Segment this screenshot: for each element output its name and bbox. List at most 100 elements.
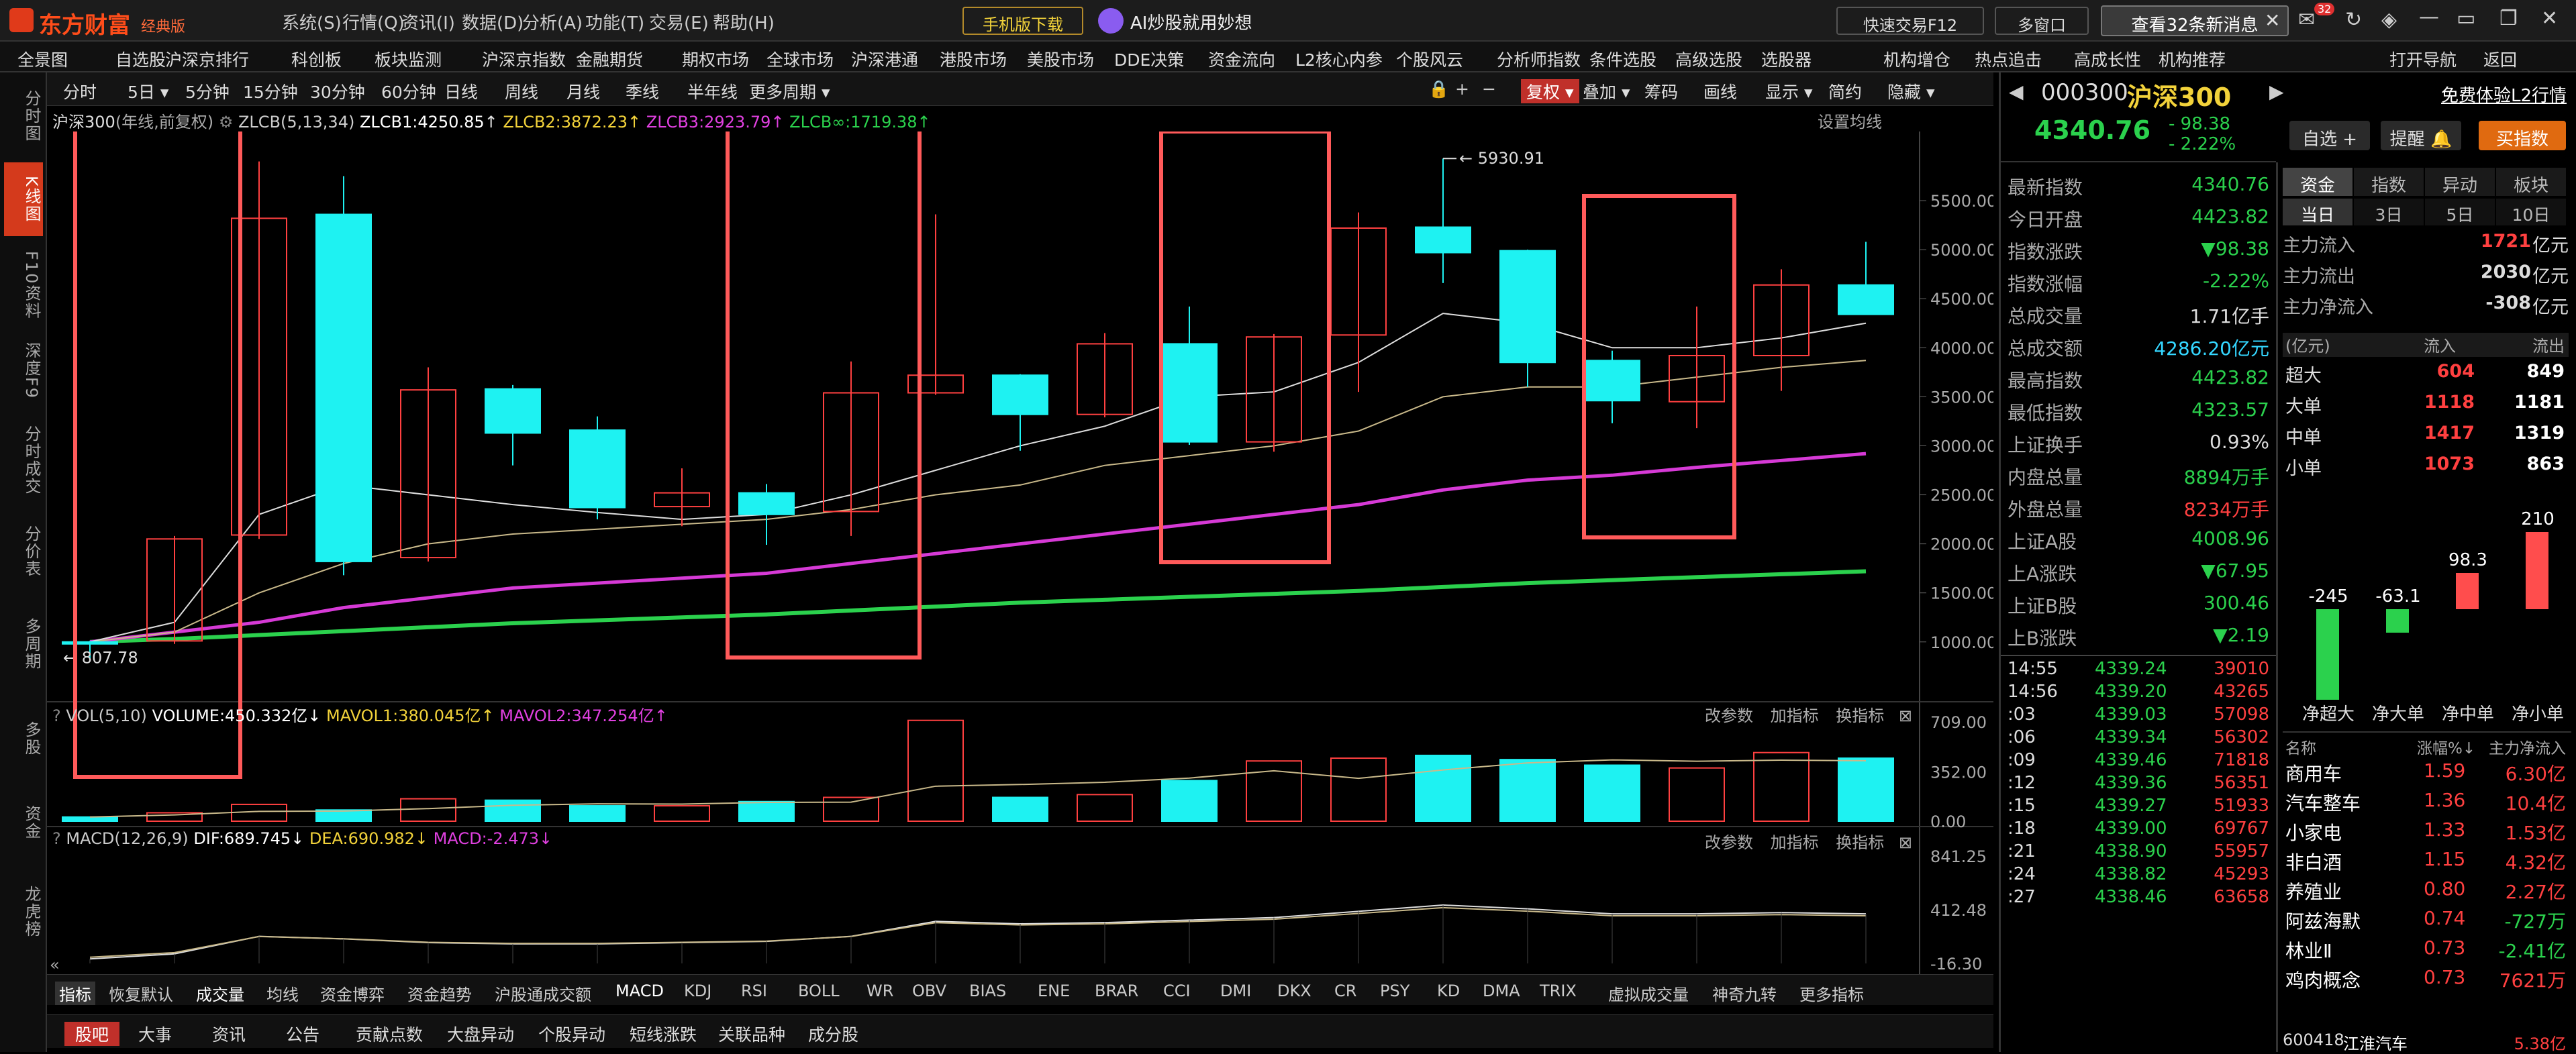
menu-item[interactable]: 行情(Q) [342, 9, 405, 34]
indicator-tab[interactable]: DMI [1220, 982, 1251, 1000]
sector-header-cell[interactable]: 名称 [2285, 735, 2316, 758]
menu-item[interactable]: 系统(S) [282, 9, 342, 34]
nav-menu-item[interactable]: L2核心内参 [1295, 47, 1383, 71]
bottom-tab[interactable]: 大事 [138, 1022, 172, 1046]
indicator-tab[interactable]: MACD [615, 982, 664, 1000]
minus-icon[interactable]: − [1482, 79, 1496, 99]
close-icon[interactable]: ✕ [2541, 7, 2558, 30]
chart-tool-item[interactable]: 画线 [1703, 79, 1737, 103]
menu-item[interactable]: 数据(D) [462, 9, 524, 34]
period-item[interactable]: 15分钟 [243, 79, 298, 103]
vol-collapse-icon[interactable]: ? [52, 706, 61, 725]
bottom-tab[interactable]: 个股异动 [538, 1022, 605, 1046]
left-nav-item[interactable]: F10资料 [4, 248, 43, 322]
candle-body[interactable] [1838, 284, 1894, 315]
candle-body[interactable] [569, 429, 626, 509]
sector-row[interactable]: 商用车 1.59 6.30亿 [2283, 759, 2569, 788]
nav-menu-item[interactable]: 高级选股 [1675, 47, 1742, 71]
left-nav-item[interactable]: 深度F9 [4, 334, 43, 408]
left-nav-item[interactable]: 资金 [4, 790, 43, 855]
left-nav-item[interactable]: K线图 [4, 162, 43, 236]
funds-tab[interactable]: 板块 [2496, 168, 2566, 196]
funds-tab[interactable]: 资金 [2283, 168, 2352, 196]
funds-period-tab[interactable]: 5日 [2425, 199, 2495, 225]
lock-icon[interactable]: 🔒 [1428, 79, 1449, 99]
chart-tool-item[interactable]: 筹码 [1644, 79, 1678, 103]
plus-icon[interactable]: + [1455, 79, 1469, 99]
indicator-tab[interactable]: KDJ [684, 982, 711, 1000]
candle-body[interactable] [315, 213, 372, 562]
menu-item[interactable]: 帮助(H) [713, 9, 775, 34]
restore-down-icon[interactable]: ❐ [2499, 7, 2518, 30]
left-nav-item[interactable]: 分价表 [4, 513, 43, 590]
period-item[interactable]: 日线 [444, 79, 478, 103]
sector-row[interactable]: 鸡肉概念 0.73 7621万 [2283, 966, 2569, 994]
indicator-tab[interactable]: KD [1437, 982, 1460, 1000]
quick-trade-button[interactable]: 快速交易F12 [1836, 7, 1984, 35]
indicator-tab[interactable]: TRIX [1540, 982, 1577, 1000]
nav-menu-item[interactable]: 机构增仓 [1883, 47, 1950, 71]
left-nav-item[interactable]: 分时成交 [4, 420, 43, 500]
nav-menu-item[interactable]: 美股市场 [1027, 47, 1094, 71]
period-item[interactable]: 季线 [626, 79, 659, 103]
indicator-tab[interactable]: 成交量 [196, 982, 244, 1005]
sector-header-cell[interactable]: 主力净流入 [2489, 735, 2566, 758]
vol-name[interactable]: VOL(5,10) [66, 706, 146, 725]
vol-switch-indicator[interactable]: 换指标 [1836, 706, 1884, 725]
mobile-download-button[interactable]: 手机版下载 [962, 7, 1083, 35]
sector-header-cell[interactable]: 涨幅%↓ [2417, 735, 2475, 758]
funds-period-tab[interactable]: 10日 [2496, 199, 2566, 225]
sector-row[interactable]: 阿兹海默 0.74 -727万 [2283, 907, 2569, 935]
sector-row[interactable]: 非白酒 1.15 4.32亿 [2283, 848, 2569, 876]
indicator-tab[interactable]: BOLL [798, 982, 840, 1000]
nav-menu-item[interactable]: 个股风云 [1396, 47, 1463, 71]
bottom-tab[interactable]: 短线涨跌 [630, 1022, 697, 1046]
nav-menu-item[interactable]: DDE决策 [1114, 47, 1184, 71]
candle-body[interactable] [62, 641, 118, 645]
indicator-tab[interactable]: 指标 [55, 982, 95, 1005]
legend-gear-icon[interactable]: ⚙ [219, 113, 234, 131]
nav-menu-item[interactable]: 高成长性 [2074, 47, 2141, 71]
nav-menu-item[interactable]: 沪深京指数 [482, 47, 566, 71]
skin-icon[interactable]: ◈ [2381, 8, 2397, 32]
indicator-tab[interactable]: 神奇九转 [1712, 982, 1777, 1005]
bottom-tab[interactable]: 公告 [286, 1022, 319, 1046]
restore-icon[interactable]: ▭ [2457, 7, 2475, 30]
indicator-tab[interactable]: 均线 [266, 982, 299, 1005]
nav-menu-item[interactable]: 选股器 [1761, 47, 1812, 71]
nav-menu-item[interactable]: 沪深港通 [851, 47, 918, 71]
indicator-tab[interactable]: DKX [1277, 982, 1311, 1000]
period-item[interactable]: 30分钟 [310, 79, 365, 103]
legend-indicator[interactable]: ZLCB(5,13,34) [238, 113, 354, 131]
macd-name[interactable]: MACD(12,26,9) [66, 829, 188, 848]
candle-body[interactable] [485, 388, 541, 434]
period-item[interactable]: 60分钟 [381, 79, 436, 103]
indicator-tab[interactable]: 虚拟成交量 [1608, 982, 1689, 1005]
alert-button[interactable]: 提醒 🔔 [2381, 121, 2461, 150]
candle-body[interactable] [1499, 250, 1556, 364]
sector-row[interactable]: 汽车整车 1.36 10.4亿 [2283, 789, 2569, 817]
bottom-tab[interactable]: 股吧 [64, 1022, 120, 1046]
nav-menu-item[interactable]: 全球市场 [766, 47, 834, 71]
indicator-tab[interactable]: BIAS [969, 982, 1006, 1000]
nav-menu-item[interactable]: 资金流向 [1208, 47, 1275, 71]
scroll-left-icon[interactable]: « [50, 955, 60, 974]
candle-body[interactable] [1584, 360, 1640, 402]
indicator-tab[interactable]: 资金博弈 [320, 982, 385, 1005]
indicator-tab[interactable]: 更多指标 [1799, 982, 1864, 1005]
sector-row[interactable]: 小家电 1.33 1.53亿 [2283, 819, 2569, 847]
period-item[interactable]: 分时 [63, 79, 97, 103]
nav-menu-item[interactable]: 金融期货 [576, 47, 643, 71]
bottom-tab[interactable]: 关联品种 [718, 1022, 785, 1046]
sector-row[interactable]: 养殖业 0.80 2.27亿 [2283, 878, 2569, 906]
vol-edit-params[interactable]: 改参数 [1705, 706, 1753, 725]
bottom-stock-row[interactable]: 600418 江淮汽车 5.38亿 [2283, 1031, 2569, 1053]
nav-menu-item[interactable]: 沪深京排行 [165, 47, 249, 71]
buy-index-button[interactable]: 买指数 [2479, 121, 2566, 150]
nav-menu-item[interactable]: 期权市场 [682, 47, 749, 71]
indicator-tab[interactable]: CCI [1163, 982, 1191, 1000]
l2-trial-link[interactable]: 免费体验L2行情 [2441, 82, 2567, 107]
vol-add-indicator[interactable]: 加指标 [1771, 706, 1819, 725]
left-nav-item[interactable]: 分时图 [4, 79, 43, 153]
chart-tool-item[interactable]: 叠加 ▾ [1583, 79, 1630, 103]
